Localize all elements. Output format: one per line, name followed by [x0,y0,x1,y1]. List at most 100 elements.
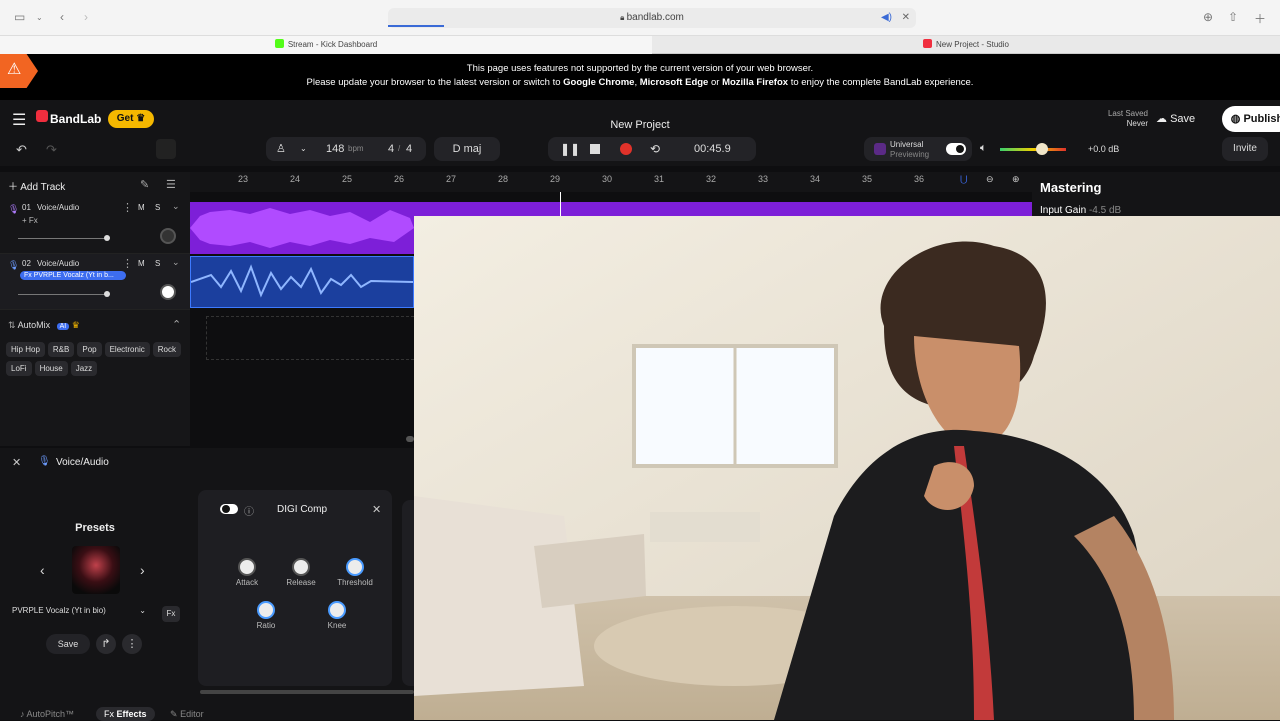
volume-slider-thumb[interactable] [104,235,110,241]
automix-header[interactable]: ⇅ AutoMix AI ♛ [8,320,80,331]
track-name[interactable]: Voice/Audio [37,259,79,268]
add-track-button[interactable]: ＋ Add Track [8,178,65,193]
redo-icon[interactable]: ↷ [46,142,57,158]
sidebar-toggle-icon[interactable]: ▭ [14,10,25,24]
chevron-down-icon[interactable]: ⌄ [36,13,43,22]
tab-autopitch[interactable]: ♪ AutoPitch™ [20,709,74,719]
back-arrow-icon[interactable]: ‹ [60,10,64,24]
preset-select[interactable]: PVRPLE Vocalz (Yt in bio) ⌄ [12,606,150,615]
genre-chip-lofi[interactable]: LoFi [6,361,32,376]
browser-tab-kick[interactable]: Stream - Kick Dashboard [0,36,652,54]
toggle-switch[interactable] [946,143,966,155]
chevron-right-icon[interactable]: › [140,562,145,578]
genre-chip-rock[interactable]: Rock [152,342,181,357]
download-icon[interactable]: ⊕ [1203,10,1213,24]
publish-button[interactable]: ◍ Publish [1222,106,1280,132]
chevron-down-icon[interactable]: ⌄ [300,137,307,161]
next-plugin-card-edge[interactable] [402,500,414,686]
stop-icon[interactable] [590,144,600,154]
genre-chip-house[interactable]: House [34,361,68,376]
grid-toggle-button[interactable] [156,139,176,159]
knee-knob[interactable] [328,601,346,619]
solo-button[interactable]: S [155,259,160,268]
audio-clip-track-02[interactable] [190,256,414,308]
firefox-link[interactable]: Mozilla Firefox [722,77,788,88]
share-preset-button[interactable]: ↱ [96,634,116,654]
track-row-01[interactable]: 🎙︎ 01 Voice/Audio + Fx M S ⋮ ⌄ [0,198,190,254]
more-options-button[interactable]: ⋮ [122,634,142,654]
pan-knob[interactable] [160,228,176,244]
record-icon[interactable] [620,143,632,155]
more-icon[interactable]: ⋮ [122,257,133,270]
bpm-value[interactable]: 148 [326,137,344,161]
chevron-left-icon[interactable]: ‹ [40,562,45,578]
speaker-icon[interactable]: ◀︎) [881,8,892,28]
track-settings-icon[interactable]: ☰ [166,178,176,191]
horizontal-scrollbar[interactable] [200,690,414,694]
fx-preset-chip[interactable]: Fx PVRPLE Vocalz (Yt in b... [20,271,126,280]
vertical-scrollbar[interactable] [406,436,414,442]
loop-icon[interactable]: ⟲ [650,137,660,161]
automation-icon[interactable]: ✎ [140,178,149,191]
forward-arrow-icon[interactable]: › [84,10,88,24]
key-selector[interactable]: D maj [434,137,500,161]
volume-slider-thumb[interactable] [104,291,110,297]
ratio-knob[interactable] [257,601,275,619]
drop-zone[interactable] [206,316,414,360]
genre-chip-pop[interactable]: Pop [77,342,102,357]
genre-chip-hip-hop[interactable]: Hip Hop [6,342,45,357]
magnet-icon[interactable]: ⋃ [960,174,967,185]
info-icon[interactable]: ⓘ [244,503,254,518]
preset-artwork[interactable] [72,546,120,594]
more-icon[interactable]: ⋮ [122,201,133,214]
pause-icon[interactable]: ❚❚ [560,137,580,161]
time-signature-numerator[interactable]: 4 [388,137,394,161]
track-name[interactable]: Voice/Audio [37,203,79,212]
time-signature-denominator[interactable]: 4 [406,137,412,161]
invite-button[interactable]: Invite [1222,137,1268,161]
playhead[interactable] [560,192,561,216]
release-knob[interactable] [292,558,310,576]
mute-button[interactable]: M [138,203,145,212]
add-fx-button[interactable]: + Fx [22,216,38,225]
chrome-link[interactable]: Google Chrome [563,77,634,88]
tab-effects[interactable]: Fx Effects [96,707,155,721]
close-icon[interactable]: ✕ [12,456,21,469]
volume-slider-thumb[interactable] [1036,143,1048,155]
fx-button[interactable]: Fx [162,606,180,622]
edge-link[interactable]: Microsoft Edge [640,77,709,88]
tab-editor[interactable]: ✎ Editor [170,709,204,720]
mute-button[interactable]: M [138,259,145,268]
chevron-up-icon[interactable]: ⌃ [172,318,181,331]
track-volume-slider[interactable] [18,238,108,239]
master-volume-slider[interactable] [1000,148,1066,151]
zoom-in-icon[interactable]: ⊕ [1012,174,1020,185]
genre-chip-electronic[interactable]: Electronic [104,342,150,357]
address-bar[interactable]: 🔒︎ bandlab.com ◀︎) ✕ [388,8,916,28]
zoom-out-icon[interactable]: ⊖ [986,174,994,185]
plugin-enable-toggle[interactable] [220,504,238,514]
genre-chip-rnb[interactable]: R&B [47,342,75,357]
solo-button[interactable]: S [155,203,160,212]
close-icon[interactable]: ✕ [902,8,910,28]
save-preset-button[interactable]: Save [46,634,90,654]
track-volume-slider[interactable] [18,294,108,295]
undo-icon[interactable]: ↶ [16,142,27,158]
close-icon[interactable]: ✕ [372,503,381,516]
universal-preview-toggle[interactable]: Universal Previewing [864,137,972,161]
attack-knob[interactable] [238,558,256,576]
track-row-02[interactable]: 🎙︎ 02 Voice/Audio Fx PVRPLE Vocalz (Yt i… [0,254,190,310]
timeline-ruler[interactable]: 23 24 25 26 27 28 29 30 31 32 33 34 35 3… [190,172,1032,192]
save-button[interactable]: ☁︎ Save [1156,107,1214,131]
threshold-knob[interactable] [346,558,364,576]
chevron-down-icon[interactable]: ⌄ [172,257,180,268]
share-icon[interactable]: ⇧ [1228,10,1238,24]
genre-chip-jazz[interactable]: Jazz [70,361,98,376]
metronome-icon[interactable]: ♙ [276,137,286,161]
browser-tab-studio[interactable]: New Project - Studio [652,36,1280,54]
volume-icon[interactable]: 🔈︎ [980,142,987,155]
project-title[interactable]: New Project [0,119,1280,131]
pan-knob[interactable] [160,284,176,300]
new-tab-icon[interactable]: ＋ [1254,10,1266,27]
chevron-down-icon[interactable]: ⌄ [172,201,180,212]
